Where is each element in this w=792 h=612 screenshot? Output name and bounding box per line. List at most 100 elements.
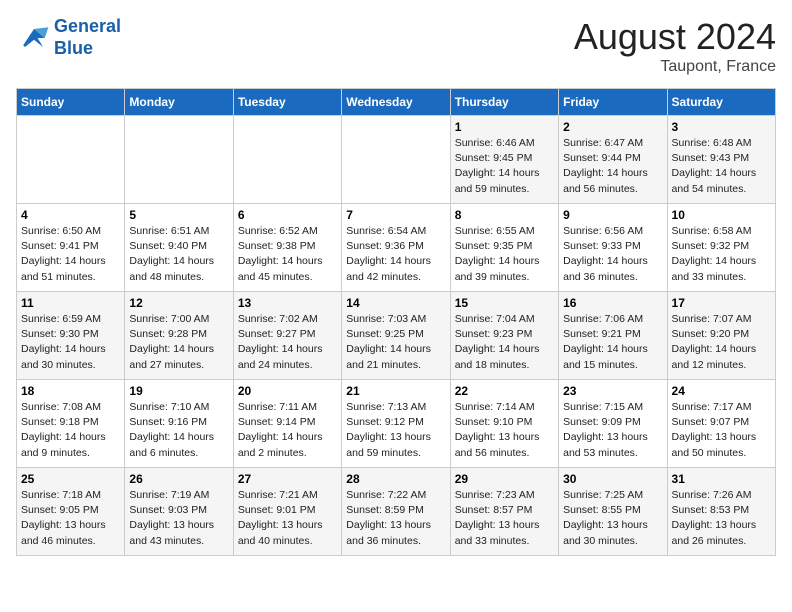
calendar-cell: 11Sunrise: 6:59 AMSunset: 9:30 PMDayligh… (17, 292, 125, 380)
day-number: 10 (672, 208, 771, 222)
day-info: Sunrise: 6:58 AMSunset: 9:32 PMDaylight:… (672, 224, 771, 285)
day-number: 5 (129, 208, 228, 222)
day-number: 21 (346, 384, 445, 398)
day-info: Sunrise: 7:25 AMSunset: 8:55 PMDaylight:… (563, 488, 662, 549)
calendar-cell: 26 Sunrise: 7:19 AMSunset: 9:03 PMDayligh… (125, 468, 233, 556)
day-number: 7 (346, 208, 445, 222)
calendar-cell: 7 Sunrise: 6:54 AMSunset: 9:36 PMDaylight… (342, 204, 450, 292)
day-number: 1 (455, 120, 554, 134)
week-row-3: 11Sunrise: 6:59 AMSunset: 9:30 PMDayligh… (17, 292, 776, 380)
day-number: 20 (238, 384, 337, 398)
calendar-cell: 14 Sunrise: 7:03 AMSunset: 9:25 PMDayligh… (342, 292, 450, 380)
calendar-cell: 23Sunrise: 7:15 AMSunset: 9:09 PMDayligh… (559, 380, 667, 468)
day-info: Sunrise: 6:55 AMSunset: 9:35 PMDaylight:… (455, 224, 554, 285)
day-info: Sunrise: 7:10 AMSunset: 9:16 PMDaylight:… (129, 400, 228, 461)
calendar-cell: 21 Sunrise: 7:13 AMSunset: 9:12 PMDayligh… (342, 380, 450, 468)
calendar-cell: 18 Sunrise: 7:08 AMSunset: 9:18 PMDayligh… (17, 380, 125, 468)
day-info: Sunrise: 6:48 AMSunset: 9:43 PMDaylight:… (672, 136, 771, 197)
calendar-cell: 24 Sunrise: 7:17 AMSunset: 9:07 PMDayligh… (667, 380, 775, 468)
day-number: 11 (21, 296, 120, 310)
day-info: Sunrise: 6:50 AMSunset: 9:41 PMDaylight:… (21, 224, 120, 285)
day-info: Sunrise: 6:47 AMSunset: 9:44 PMDaylight:… (563, 136, 662, 197)
month-title: August 2024 (574, 16, 776, 58)
calendar-cell: 3 Sunrise: 6:48 AMSunset: 9:43 PMDaylight… (667, 116, 775, 204)
weekday-header-tuesday: Tuesday (233, 89, 341, 116)
day-info: Sunrise: 7:06 AMSunset: 9:21 PMDaylight:… (563, 312, 662, 373)
day-number: 6 (238, 208, 337, 222)
calendar-cell: 15 Sunrise: 7:04 AMSunset: 9:23 PMDayligh… (450, 292, 558, 380)
calendar-cell: 22 Sunrise: 7:14 AMSunset: 9:10 PMDayligh… (450, 380, 558, 468)
calendar-cell: 4 Sunrise: 6:50 AMSunset: 9:41 PMDaylight… (17, 204, 125, 292)
day-info: Sunrise: 7:14 AMSunset: 9:10 PMDaylight:… (455, 400, 554, 461)
weekday-header-friday: Friday (559, 89, 667, 116)
day-number: 30 (563, 472, 662, 486)
logo-text: General Blue (54, 16, 121, 59)
calendar-cell: 19 Sunrise: 7:10 AMSunset: 9:16 PMDayligh… (125, 380, 233, 468)
day-info: Sunrise: 7:04 AMSunset: 9:23 PMDaylight:… (455, 312, 554, 373)
logo: General Blue (16, 16, 121, 59)
weekday-header-row: SundayMondayTuesdayWednesdayThursdayFrid… (17, 89, 776, 116)
day-info: Sunrise: 6:56 AMSunset: 9:33 PMDaylight:… (563, 224, 662, 285)
calendar-cell: 6 Sunrise: 6:52 AMSunset: 9:38 PMDaylight… (233, 204, 341, 292)
day-info: Sunrise: 7:18 AMSunset: 9:05 PMDaylight:… (21, 488, 120, 549)
page-header: General Blue August 2024 Taupont, France (16, 16, 776, 76)
calendar-cell: 25Sunrise: 7:18 AMSunset: 9:05 PMDayligh… (17, 468, 125, 556)
day-number: 26 (129, 472, 228, 486)
day-number: 22 (455, 384, 554, 398)
calendar-cell: 2 Sunrise: 6:47 AMSunset: 9:44 PMDaylight… (559, 116, 667, 204)
day-info: Sunrise: 6:46 AMSunset: 9:45 PMDaylight:… (455, 136, 554, 197)
calendar-cell: 12Sunrise: 7:00 AMSunset: 9:28 PMDayligh… (125, 292, 233, 380)
calendar-cell: 16Sunrise: 7:06 AMSunset: 9:21 PMDayligh… (559, 292, 667, 380)
calendar-cell (233, 116, 341, 204)
day-number: 28 (346, 472, 445, 486)
calendar-cell: 27 Sunrise: 7:21 AMSunset: 9:01 PMDayligh… (233, 468, 341, 556)
day-number: 24 (672, 384, 771, 398)
calendar-cell (125, 116, 233, 204)
week-row-4: 18 Sunrise: 7:08 AMSunset: 9:18 PMDayligh… (17, 380, 776, 468)
day-number: 14 (346, 296, 445, 310)
day-info: Sunrise: 7:19 AMSunset: 9:03 PMDaylight:… (129, 488, 228, 549)
day-info: Sunrise: 7:11 AMSunset: 9:14 PMDaylight:… (238, 400, 337, 461)
calendar-cell (342, 116, 450, 204)
day-info: Sunrise: 6:54 AMSunset: 9:36 PMDaylight:… (346, 224, 445, 285)
weekday-header-wednesday: Wednesday (342, 89, 450, 116)
day-number: 17 (672, 296, 771, 310)
day-info: Sunrise: 7:03 AMSunset: 9:25 PMDaylight:… (346, 312, 445, 373)
weekday-header-saturday: Saturday (667, 89, 775, 116)
calendar-cell: 29 Sunrise: 7:23 AMSunset: 8:57 PMDayligh… (450, 468, 558, 556)
day-info: Sunrise: 7:21 AMSunset: 9:01 PMDaylight:… (238, 488, 337, 549)
calendar-cell: 28 Sunrise: 7:22 AMSunset: 8:59 PMDayligh… (342, 468, 450, 556)
day-number: 15 (455, 296, 554, 310)
week-row-5: 25Sunrise: 7:18 AMSunset: 9:05 PMDayligh… (17, 468, 776, 556)
day-number: 3 (672, 120, 771, 134)
day-number: 2 (563, 120, 662, 134)
day-number: 18 (21, 384, 120, 398)
day-number: 27 (238, 472, 337, 486)
weekday-header-sunday: Sunday (17, 89, 125, 116)
day-info: Sunrise: 7:17 AMSunset: 9:07 PMDaylight:… (672, 400, 771, 461)
day-info: Sunrise: 7:02 AMSunset: 9:27 PMDaylight:… (238, 312, 337, 373)
calendar-cell: 5Sunrise: 6:51 AMSunset: 9:40 PMDaylight… (125, 204, 233, 292)
week-row-1: 1 Sunrise: 6:46 AMSunset: 9:45 PMDaylight… (17, 116, 776, 204)
day-number: 8 (455, 208, 554, 222)
title-block: August 2024 Taupont, France (574, 16, 776, 76)
calendar-cell: 17 Sunrise: 7:07 AMSunset: 9:20 PMDayligh… (667, 292, 775, 380)
day-info: Sunrise: 6:52 AMSunset: 9:38 PMDaylight:… (238, 224, 337, 285)
location: Taupont, France (574, 58, 776, 76)
calendar-cell: 9Sunrise: 6:56 AMSunset: 9:33 PMDaylight… (559, 204, 667, 292)
day-number: 19 (129, 384, 228, 398)
calendar-cell: 1 Sunrise: 6:46 AMSunset: 9:45 PMDaylight… (450, 116, 558, 204)
day-info: Sunrise: 7:07 AMSunset: 9:20 PMDaylight:… (672, 312, 771, 373)
day-number: 29 (455, 472, 554, 486)
day-info: Sunrise: 7:13 AMSunset: 9:12 PMDaylight:… (346, 400, 445, 461)
day-info: Sunrise: 7:08 AMSunset: 9:18 PMDaylight:… (21, 400, 120, 461)
day-info: Sunrise: 7:26 AMSunset: 8:53 PMDaylight:… (672, 488, 771, 549)
week-row-2: 4 Sunrise: 6:50 AMSunset: 9:41 PMDaylight… (17, 204, 776, 292)
logo-icon (16, 20, 52, 56)
calendar-cell (17, 116, 125, 204)
day-info: Sunrise: 7:22 AMSunset: 8:59 PMDaylight:… (346, 488, 445, 549)
day-number: 31 (672, 472, 771, 486)
day-info: Sunrise: 7:23 AMSunset: 8:57 PMDaylight:… (455, 488, 554, 549)
calendar-table: SundayMondayTuesdayWednesdayThursdayFrid… (16, 88, 776, 556)
day-number: 4 (21, 208, 120, 222)
